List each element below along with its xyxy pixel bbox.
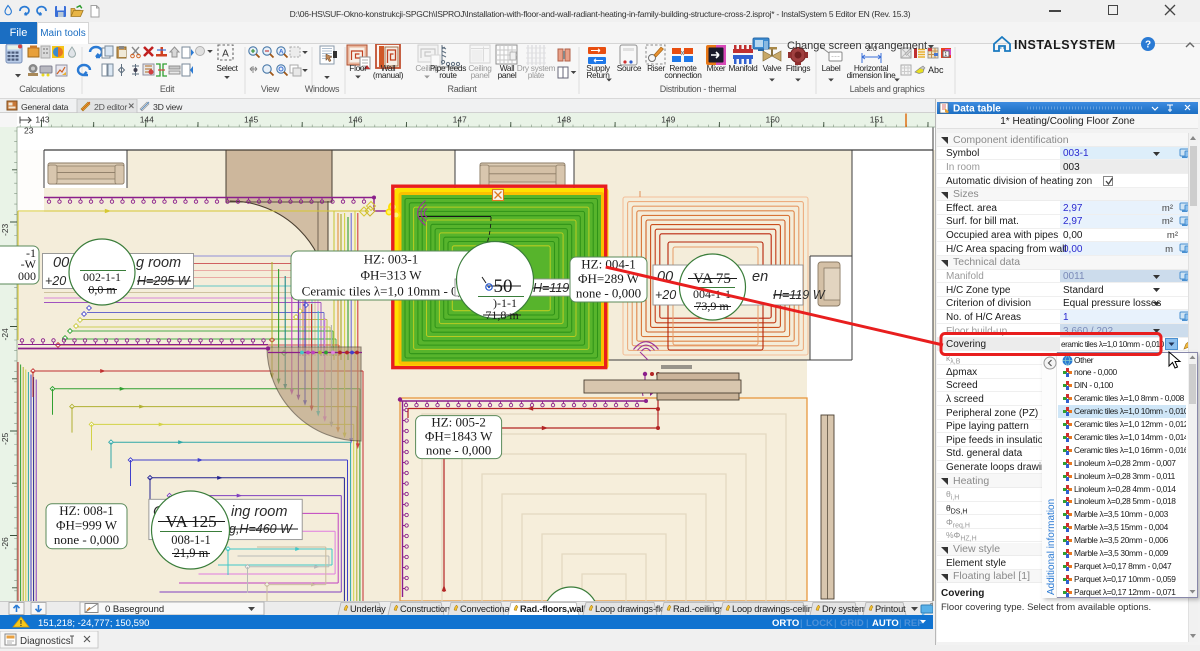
svg-text:none - 0,000: none - 0,000 [54, 532, 119, 547]
svg-text:000: 000 [18, 269, 36, 283]
svg-text:Diagnostics: Diagnostics [20, 636, 71, 647]
svg-text:HZ: 003-1: HZ: 003-1 [364, 251, 419, 266]
svg-text:ΦH=999 W: ΦH=999 W [56, 518, 118, 533]
svg-text:REP: REP [904, 618, 924, 629]
svg-text:en: en [752, 269, 768, 285]
svg-text:|: | [866, 618, 868, 629]
svg-text:008-1-1: 008-1-1 [171, 533, 211, 547]
svg-text:146: 146 [348, 115, 362, 125]
svg-text:-23: -23 [0, 223, 10, 236]
svg-text:-25: -25 [0, 432, 10, 445]
svg-text:143: 143 [35, 115, 49, 125]
svg-text:A: A [222, 49, 229, 60]
svg-text:Underlay: Underlay [350, 604, 386, 614]
svg-text:Labels and graphics: Labels and graphics [850, 84, 926, 94]
svg-text:Additional information: Additional information [1046, 499, 1057, 595]
svg-text:!: ! [20, 619, 23, 628]
svg-text:plate: plate [528, 70, 545, 80]
svg-text:Loop drawings-ceiling: Loop drawings-ceiling [732, 604, 818, 614]
svg-text:151,218; -24,777; 150,590: 151,218; -24,777; 150,590 [38, 618, 149, 629]
svg-text:Mixer: Mixer [707, 63, 726, 73]
svg-text:Fittings: Fittings [786, 63, 810, 73]
svg-text:A: A [279, 49, 284, 56]
svg-text:LOCK: LOCK [806, 618, 833, 629]
svg-text:147: 147 [453, 115, 467, 125]
svg-text:Abc: Abc [928, 65, 944, 75]
svg-text:Printout: Printout [875, 604, 906, 614]
svg-text:HZ: 004-1: HZ: 004-1 [581, 256, 636, 271]
svg-text:149: 149 [661, 115, 675, 125]
svg-text:Windows: Windows [305, 84, 340, 94]
svg-text:ΦH=313 W: ΦH=313 W [360, 267, 422, 282]
svg-text:Data table: Data table [953, 104, 1001, 115]
svg-text:|: | [800, 618, 802, 629]
svg-text:23: 23 [24, 126, 34, 136]
svg-text:AUTO: AUTO [872, 618, 899, 629]
svg-text:Source: Source [617, 63, 642, 73]
svg-text:Label: Label [822, 63, 841, 73]
svg-text:HZ: 008-1: HZ: 008-1 [59, 503, 114, 518]
svg-text:Floor: Floor [349, 63, 367, 73]
svg-text:panel: panel [471, 70, 490, 80]
svg-text:Calculations: Calculations [19, 84, 65, 94]
svg-text:route: route [439, 70, 457, 80]
svg-text:150: 150 [766, 115, 780, 125]
svg-text:00: 00 [657, 269, 673, 285]
svg-text:?: ? [1145, 40, 1151, 51]
svg-text:145: 145 [244, 115, 258, 125]
svg-text:panel: panel [498, 70, 517, 80]
svg-text:3D view: 3D view [153, 102, 183, 112]
svg-text:INSTALSYSTEM: INSTALSYSTEM [1014, 38, 1116, 52]
svg-text:-26: -26 [0, 537, 10, 550]
svg-text:2D editor: 2D editor [94, 102, 127, 112]
svg-text:connection: connection [664, 70, 702, 80]
svg-text:|: | [899, 618, 901, 629]
svg-text:Valve: Valve [763, 63, 782, 73]
svg-text:Distribution - thermal: Distribution - thermal [660, 84, 737, 94]
svg-text:ORTO: ORTO [772, 618, 799, 629]
svg-text:Select: Select [216, 63, 238, 73]
svg-text:Ceramic tiles λ=1,0 10mm - 0,0: Ceramic tiles λ=1,0 10mm - 0,010 [302, 283, 481, 298]
svg-text:(manual): (manual) [373, 70, 404, 80]
svg-text:+20: +20 [655, 288, 676, 302]
svg-text:Rad.-ceilings: Rad.-ceilings [673, 604, 725, 614]
svg-text:Change screen arrangement: Change screen arrangement [787, 40, 927, 52]
svg-text:Manifold: Manifold [729, 63, 759, 73]
svg-text:GRID: GRID [840, 618, 864, 629]
svg-text:Radiant: Radiant [448, 84, 478, 94]
svg-text:0 Baseground: 0 Baseground [105, 604, 164, 615]
svg-text:General data: General data [21, 102, 69, 112]
svg-text:-24: -24 [0, 328, 10, 341]
svg-text:ΦH=1843 W: ΦH=1843 W [425, 429, 493, 444]
svg-text:+20: +20 [45, 274, 66, 288]
svg-text:none - 0,000: none - 0,000 [576, 285, 641, 300]
svg-text:144: 144 [140, 115, 154, 125]
svg-text:HZ: 005-2: HZ: 005-2 [431, 415, 486, 430]
svg-text:Convectional: Convectional [460, 604, 511, 614]
svg-text:00: 00 [53, 255, 69, 271]
svg-text:Construction: Construction [400, 604, 450, 614]
svg-text:Riser: Riser [647, 63, 665, 73]
svg-text:dimension line: dimension line [847, 70, 897, 80]
svg-text:73,9 m: 73,9 m [695, 299, 729, 313]
svg-text:21,9 m: 21,9 m [174, 546, 209, 560]
svg-text:ΦH=289 W: ΦH=289 W [578, 271, 640, 286]
svg-text:View: View [261, 84, 280, 94]
svg-text:Edit: Edit [160, 84, 175, 94]
svg-text:148: 148 [557, 115, 571, 125]
svg-text:none - 0,000: none - 0,000 [426, 443, 491, 458]
svg-text:g room: g room [136, 255, 181, 271]
svg-text:Rad.-floors,walls: Rad.-floors,walls [520, 604, 591, 614]
svg-text:151: 151 [870, 115, 884, 125]
svg-text:ing room: ing room [231, 504, 287, 520]
svg-text:|: | [834, 618, 836, 629]
